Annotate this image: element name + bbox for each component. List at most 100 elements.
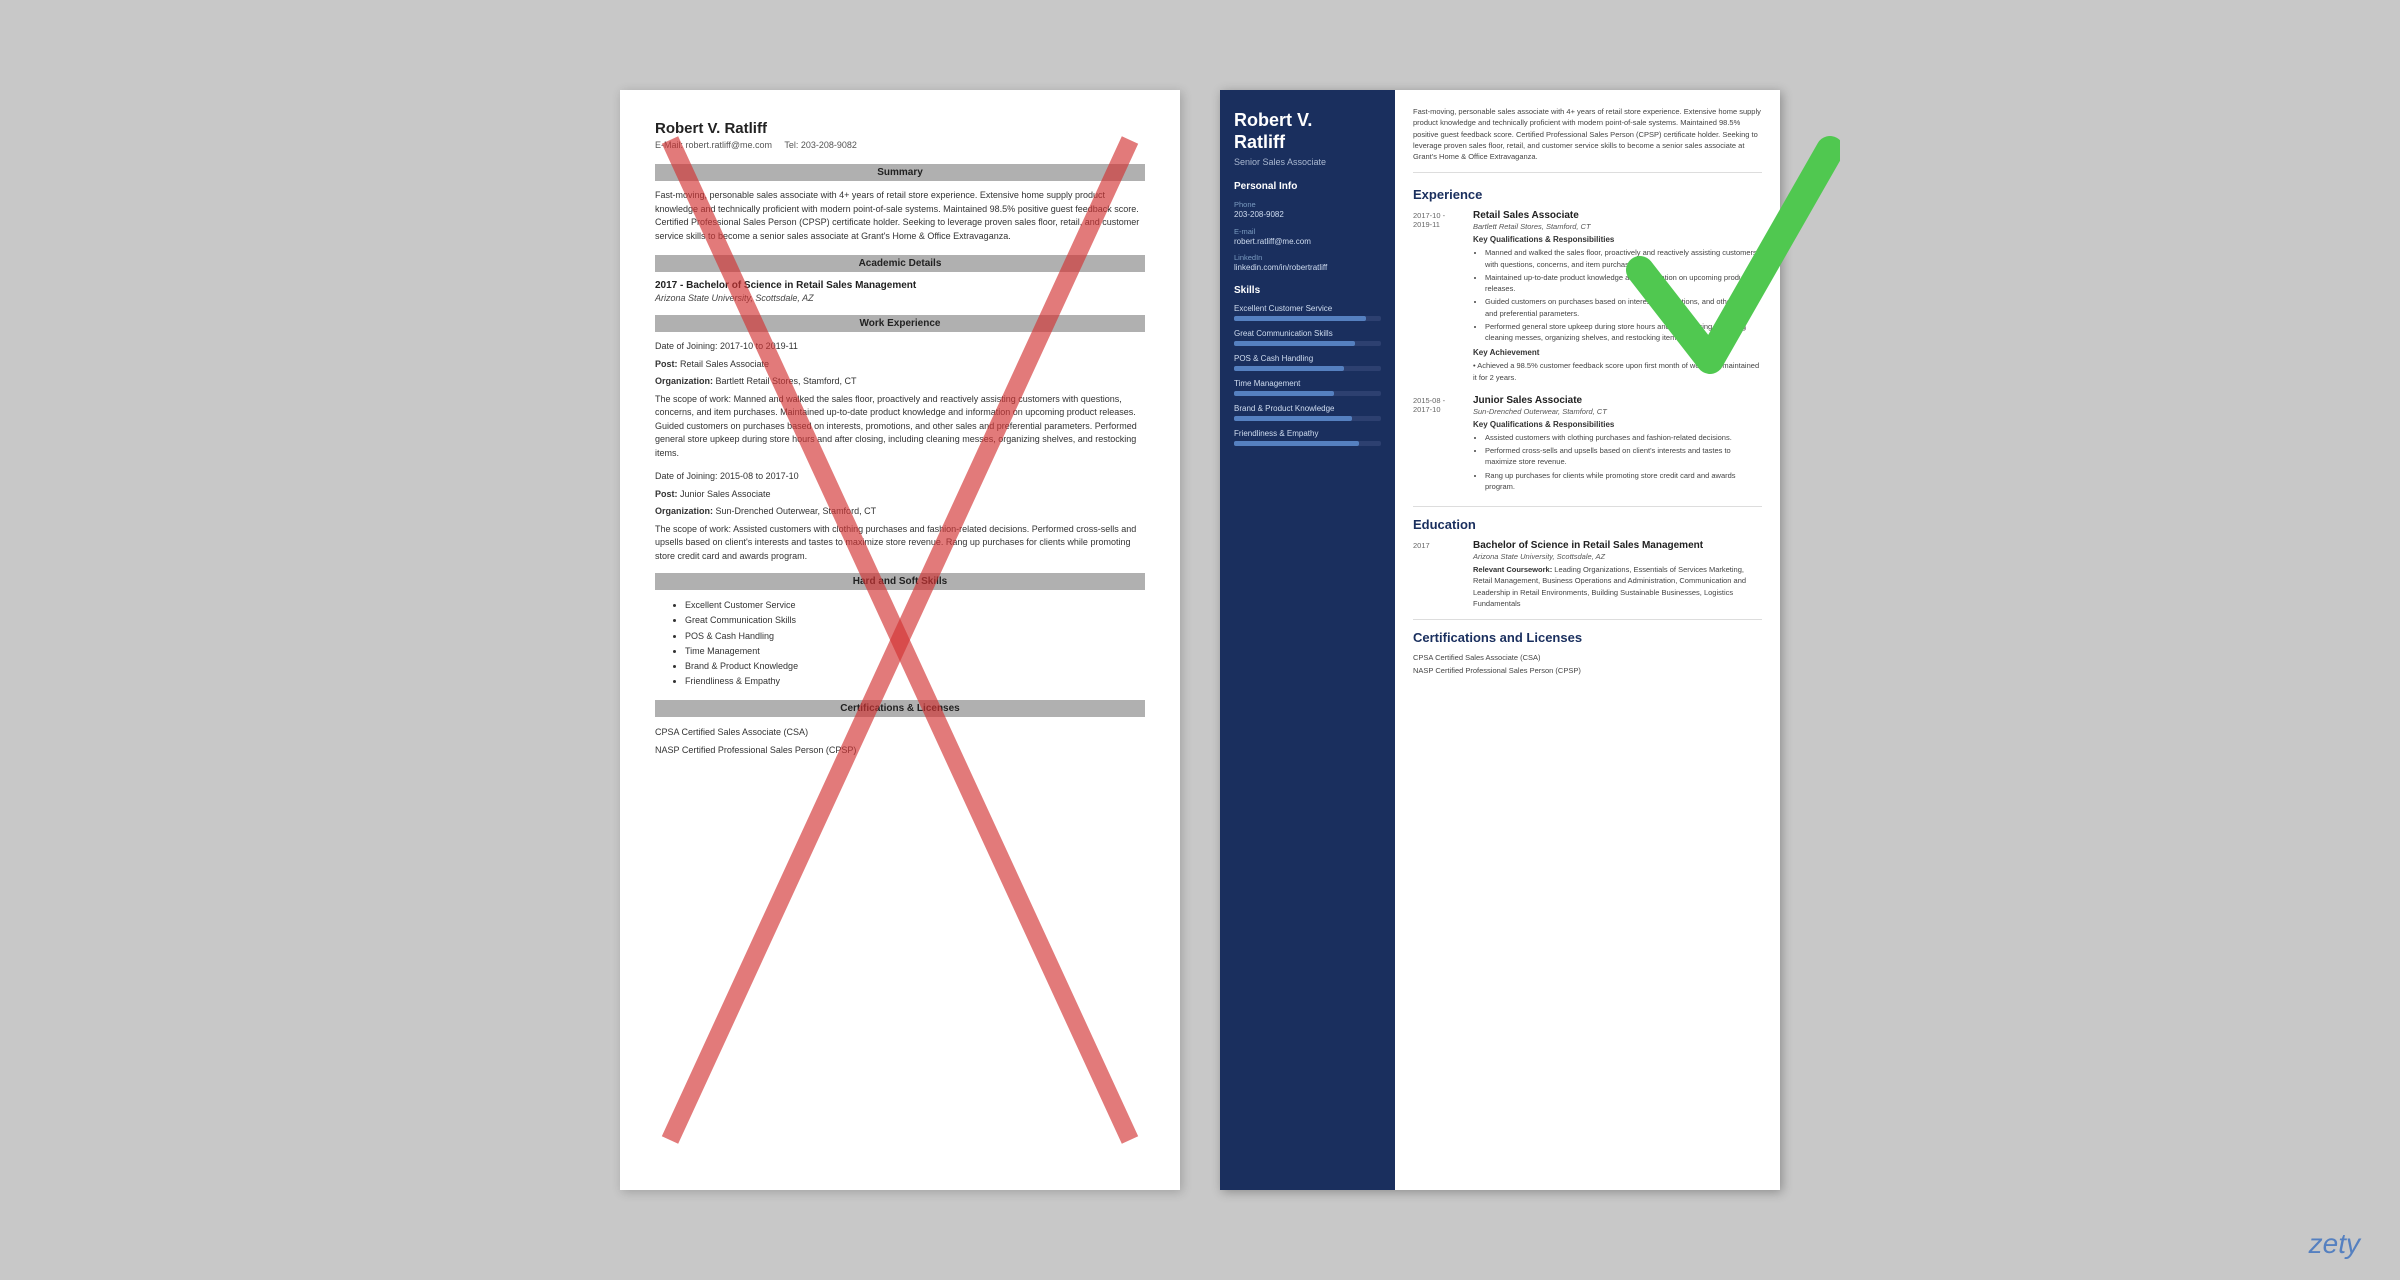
skill-item-4: Time Management — [1234, 379, 1381, 396]
list-item: Performed general store upkeep during st… — [1485, 321, 1762, 344]
personal-info-label: Personal Info — [1234, 181, 1381, 192]
list-item: Maintained up-to-date product knowledge … — [1485, 272, 1762, 295]
page-container: Robert V. Ratliff E-Mail: robert.ratliff… — [0, 50, 2400, 1230]
exp-achievement-label-1: Key Achievement — [1473, 348, 1762, 357]
job1-date: Date of Joining: 2017-10 to 2019-11 — [655, 340, 1145, 354]
list-item: Assisted customers with clothing purchas… — [1485, 432, 1762, 443]
exp-body-2: Junior Sales Associate Sun-Drenched Oute… — [1473, 395, 1762, 494]
resume-left: Robert V. Ratliff E-Mail: robert.ratliff… — [620, 90, 1180, 1190]
cert-entry-2: NASP Certified Professional Sales Person… — [1413, 666, 1762, 675]
skill-bar-fill — [1234, 366, 1344, 371]
exp-kq-label-2: Key Qualifications & Responsibilities — [1473, 420, 1762, 429]
edu-school-1: Arizona State University, Scottsdale, AZ — [1473, 552, 1762, 561]
left-name: Robert V. Ratliff — [655, 120, 1145, 137]
exp-body-1: Retail Sales Associate Bartlett Retail S… — [1473, 210, 1762, 383]
list-item: Manned and walked the sales floor, proac… — [1485, 247, 1762, 270]
summary-text: Fast-moving, personable sales associate … — [655, 189, 1145, 243]
zety-brand: zety — [2309, 1228, 2360, 1260]
exp-entry-1: 2017-10 -2019-11 Retail Sales Associate … — [1413, 210, 1762, 383]
list-item: Great Communication Skills — [685, 613, 1145, 628]
skill-bar-bg — [1234, 341, 1381, 346]
certs-title: Certifications and Licenses — [1413, 630, 1762, 645]
exp-org-1: Bartlett Retail Stores, Stamford, CT — [1473, 222, 1762, 231]
exp-bullets-2: Assisted customers with clothing purchas… — [1485, 432, 1762, 492]
exp-achievement-1: • Achieved a 98.5% customer feedback sco… — [1473, 360, 1762, 383]
experience-title: Experience — [1413, 187, 1762, 202]
job1-scope: The scope of work: Manned and walked the… — [655, 393, 1145, 461]
sidebar: Robert V. Ratliff Senior Sales Associate… — [1220, 90, 1395, 1190]
exp-date-1: 2017-10 -2019-11 — [1413, 210, 1465, 383]
linkedin-label: LinkedIn — [1234, 253, 1381, 262]
skill-bar-bg — [1234, 316, 1381, 321]
job2-org: Organization: Sun-Drenched Outerwear, St… — [655, 505, 1145, 519]
phone-label: Phone — [1234, 200, 1381, 209]
sidebar-title: Senior Sales Associate — [1234, 157, 1381, 167]
job2-scope: The scope of work: Assisted customers wi… — [655, 523, 1145, 564]
skill-name: Great Communication Skills — [1234, 329, 1381, 338]
exp-title-1: Retail Sales Associate — [1473, 210, 1762, 221]
skills-header: Hard and Soft Skills — [655, 573, 1145, 590]
skill-item-5: Brand & Product Knowledge — [1234, 404, 1381, 421]
skills-list: Excellent Customer Service Great Communi… — [685, 598, 1145, 690]
academic-header: Academic Details — [655, 255, 1145, 272]
list-item: Brand & Product Knowledge — [685, 659, 1145, 674]
skills-label: Skills — [1234, 285, 1381, 296]
skill-item-6: Friendliness & Empathy — [1234, 429, 1381, 446]
job2-date: Date of Joining: 2015-08 to 2017-10 — [655, 470, 1145, 484]
exp-entry-2: 2015-08 -2017-10 Junior Sales Associate … — [1413, 395, 1762, 494]
left-contact: E-Mail: robert.ratliff@me.com Tel: 203-2… — [655, 140, 1145, 150]
skill-bar-bg — [1234, 441, 1381, 446]
skill-item-2: Great Communication Skills — [1234, 329, 1381, 346]
skill-item-3: POS & Cash Handling — [1234, 354, 1381, 371]
skill-bar-fill — [1234, 441, 1359, 446]
list-item: Friendliness & Empathy — [685, 674, 1145, 689]
skill-bar-fill — [1234, 341, 1355, 346]
work-header: Work Experience — [655, 315, 1145, 332]
list-item: POS & Cash Handling — [685, 629, 1145, 644]
list-item: Time Management — [685, 644, 1145, 659]
divider — [1413, 619, 1762, 620]
education-title: Education — [1413, 517, 1762, 532]
exp-date-2: 2015-08 -2017-10 — [1413, 395, 1465, 494]
skill-item-1: Excellent Customer Service — [1234, 304, 1381, 321]
job1-org: Organization: Bartlett Retail Stores, St… — [655, 375, 1145, 389]
skill-name: Friendliness & Empathy — [1234, 429, 1381, 438]
cert1: CPSA Certified Sales Associate (CSA) — [655, 725, 1145, 740]
edu-body-1: Bachelor of Science in Retail Sales Mana… — [1473, 540, 1762, 609]
resume-right: Robert V. Ratliff Senior Sales Associate… — [1220, 90, 1780, 1190]
linkedin-value: linkedin.com/in/robertratliff — [1234, 263, 1381, 273]
list-item: Performed cross-sells and upsells based … — [1485, 445, 1762, 468]
skill-name: Time Management — [1234, 379, 1381, 388]
phone-value: 203-208-9082 — [1234, 210, 1381, 220]
certs-header: Certifications & Licenses — [655, 700, 1145, 717]
exp-org-2: Sun-Drenched Outerwear, Stamford, CT — [1473, 407, 1762, 416]
list-item: Excellent Customer Service — [685, 598, 1145, 613]
skill-name: Brand & Product Knowledge — [1234, 404, 1381, 413]
skill-bar-fill — [1234, 416, 1352, 421]
edu-degree-1: Bachelor of Science in Retail Sales Mana… — [1473, 540, 1762, 551]
email-label: E-mail — [1234, 227, 1381, 236]
job2-post: Post: Junior Sales Associate — [655, 488, 1145, 502]
skill-name: POS & Cash Handling — [1234, 354, 1381, 363]
exp-bullets-1: Manned and walked the sales floor, proac… — [1485, 247, 1762, 343]
email-value: robert.ratliff@me.com — [1234, 237, 1381, 247]
skill-bar-bg — [1234, 366, 1381, 371]
cert2: NASP Certified Professional Sales Person… — [655, 743, 1145, 758]
main-content: Fast-moving, personable sales associate … — [1395, 90, 1780, 1190]
skill-name: Excellent Customer Service — [1234, 304, 1381, 313]
edu-coursework: Relevant Coursework: Leading Organizatio… — [1473, 564, 1762, 609]
edu-entry-1: 2017 Bachelor of Science in Retail Sales… — [1413, 540, 1762, 609]
summary-header: Summary — [655, 164, 1145, 181]
right-summary: Fast-moving, personable sales associate … — [1413, 106, 1762, 173]
edu-year-1: 2017 — [1413, 540, 1465, 609]
job1-post: Post: Retail Sales Associate — [655, 358, 1145, 372]
exp-kq-label-1: Key Qualifications & Responsibilities — [1473, 235, 1762, 244]
school: Arizona State University, Scottsdale, AZ — [655, 293, 1145, 303]
degree: 2017 - Bachelor of Science in Retail Sal… — [655, 280, 1145, 291]
sidebar-name: Robert V. Ratliff — [1234, 110, 1381, 153]
skill-bar-bg — [1234, 391, 1381, 396]
skill-bar-fill — [1234, 316, 1366, 321]
cert-entry-1: CPSA Certified Sales Associate (CSA) — [1413, 653, 1762, 662]
list-item: Guided customers on purchases based on i… — [1485, 296, 1762, 319]
skill-bar-bg — [1234, 416, 1381, 421]
